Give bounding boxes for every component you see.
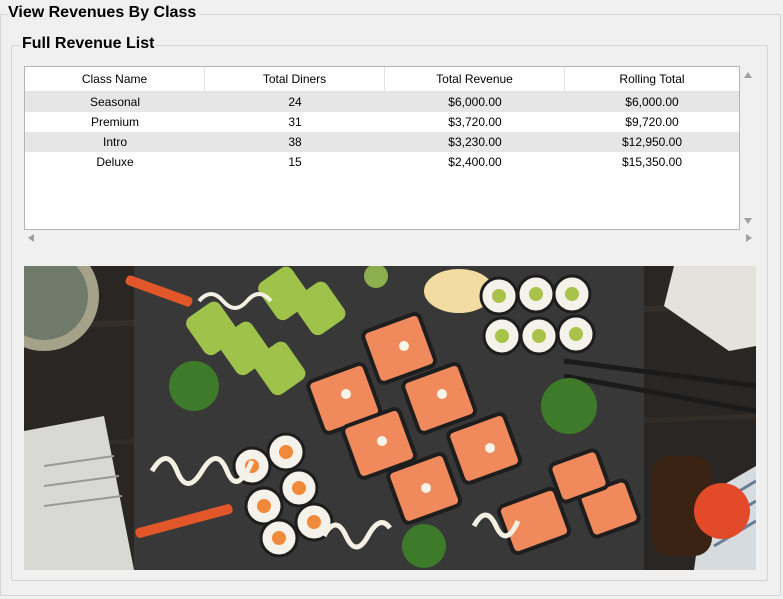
horizontal-scrollbar[interactable] bbox=[24, 230, 756, 246]
vertical-scrollbar[interactable] bbox=[740, 66, 756, 230]
cell-total-diners: 31 bbox=[288, 115, 302, 129]
revenue-table[interactable]: Class Name Total Diners Total Revenue Ro… bbox=[24, 66, 740, 230]
scroll-left-arrow-icon[interactable] bbox=[28, 234, 34, 242]
scroll-up-arrow-icon[interactable] bbox=[744, 72, 752, 78]
cell-total-diners: 38 bbox=[288, 135, 302, 149]
sushi-photo bbox=[24, 266, 756, 570]
table-row[interactable]: Deluxe 15 $2,400.00 $15,350.00 bbox=[25, 152, 739, 172]
cell-rolling-total: $6,000.00 bbox=[625, 95, 679, 109]
cell-total-diners: 24 bbox=[288, 95, 302, 109]
cell-total-revenue: $6,000.00 bbox=[448, 95, 502, 109]
cell-class-name: Intro bbox=[102, 135, 127, 149]
cell-total-revenue: $3,720.00 bbox=[448, 115, 502, 129]
cell-rolling-total: $12,950.00 bbox=[621, 135, 683, 149]
column-header-rolling-total[interactable]: Rolling Total bbox=[565, 67, 739, 91]
cell-total-revenue: $3,230.00 bbox=[448, 135, 502, 149]
table-row[interactable]: Intro 38 $3,230.00 $12,950.00 bbox=[25, 132, 739, 152]
cell-total-revenue: $2,400.00 bbox=[448, 155, 502, 169]
scroll-down-arrow-icon[interactable] bbox=[744, 218, 752, 224]
table-row[interactable]: Seasonal 24 $6,000.00 $6,000.00 bbox=[25, 92, 739, 112]
cell-class-name: Seasonal bbox=[89, 95, 141, 109]
sushi-illustration bbox=[24, 266, 756, 570]
table-row[interactable]: Premium 31 $3,720.00 $9,720.00 bbox=[25, 112, 739, 132]
table-header: Class Name Total Diners Total Revenue Ro… bbox=[25, 67, 739, 92]
column-header-total-revenue[interactable]: Total Revenue bbox=[385, 67, 565, 91]
cell-class-name: Premium bbox=[90, 115, 139, 129]
cell-total-diners: 15 bbox=[288, 155, 302, 169]
scroll-right-arrow-icon[interactable] bbox=[746, 234, 752, 242]
cell-rolling-total: $9,720.00 bbox=[625, 115, 679, 129]
cell-class-name: Deluxe bbox=[96, 155, 134, 169]
window-title: View Revenues By Class bbox=[8, 4, 201, 22]
column-header-class-name[interactable]: Class Name bbox=[25, 67, 205, 91]
cell-rolling-total: $15,350.00 bbox=[621, 155, 683, 169]
column-header-total-diners[interactable]: Total Diners bbox=[205, 67, 385, 91]
group-title: Full Revenue List bbox=[20, 35, 157, 53]
